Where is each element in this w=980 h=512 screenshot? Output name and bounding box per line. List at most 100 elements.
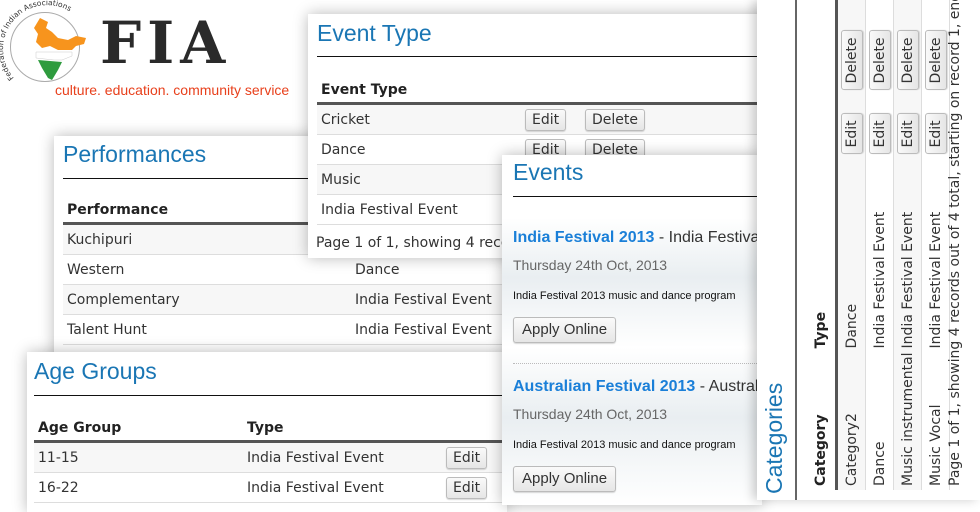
table-row: Western Dance [63,254,523,285]
event-description: India Festival 2013 music and dance prog… [513,290,736,302]
event-separator: - [695,378,709,395]
delete-cell: Delete [921,0,950,95]
category-cell: Dance [865,352,894,490]
type-cell: India Festival Event [921,158,950,353]
event-type-label: India Festival Event [668,229,762,246]
performance-cell: Western [63,254,351,285]
apply-online-button[interactable]: Apply Online [513,317,617,343]
age-group-cell: 11-15 [34,441,243,473]
edit-cell: Edit [921,94,950,159]
edit-button[interactable]: Edit [446,446,488,469]
logo-wordmark: FIA [100,9,232,77]
type-cell: India Festival Event [243,441,442,473]
age-groups-panel: Age Groups Age Group Type 11-15 India Fes… [27,352,507,512]
column-header-edit [521,82,581,104]
event-type-cell: India Festival Event [317,194,521,225]
column-header-event-type: Event Type [321,82,408,98]
table-row: Music Vocal India Festival Event Edit Delet… [921,0,950,490]
delete-button[interactable]: Delete [896,30,919,91]
categories-pager: Page 1 of 1, showing 4 records out of 4 … [947,0,963,486]
category-cell: Music instrumental [893,352,922,490]
title-divider [513,196,762,197]
performance-cell: Complementary [63,284,351,315]
event-item: Australian Festival 2013 - Australian Fe… [513,378,762,492]
delete-button[interactable]: Delete [585,108,645,131]
edit-button[interactable]: Edit [840,113,863,155]
performance-cell: Talent Hunt [63,314,351,345]
table-row: Dance India Festival Event Edit Delete [865,0,894,490]
title-divider [317,56,768,57]
delete-cell: Delete [865,0,894,95]
type-cell: India Festival Event [243,472,442,503]
event-type-label: Australian Festival Event [708,378,762,395]
column-header-type: Type [247,420,284,436]
age-groups-title: Age Groups [34,358,157,384]
event-date: Thursday 24th Oct, 2013 [513,257,668,273]
event-separator: - [654,229,669,246]
table-row: Cricket Edit Delete [317,103,768,135]
edit-cell: Edit [893,94,922,159]
event-type-cell: Dance [317,134,521,165]
column-header-edit [813,94,837,158]
table-row: 11-15 India Festival Event Edit [34,441,507,473]
column-header-delete [813,0,837,94]
events-title: Events [513,159,584,185]
type-cell: India Festival Event [351,284,523,315]
edit-cell: Edit [442,472,507,503]
events-panel: Events India Festival 2013 - India Festi… [502,155,762,505]
column-header-delete [581,82,768,104]
type-cell: India Festival Event [893,158,922,353]
edit-cell: Edit [521,103,581,135]
table-row: Complementary India Festival Event [63,284,523,315]
event-description: India Festival 2013 music and dance prog… [513,439,736,451]
logo-tagline: culture. education. community service [55,82,290,98]
event-date: Thursday 24th Oct, 2013 [513,406,668,422]
title-divider [795,0,797,500]
categories-rotated-content: Categories Category Type Category2 Dance E… [757,0,980,500]
column-header-age-group: Age Group [38,420,122,436]
edit-cell: Edit [836,94,866,159]
column-header-type: Type [813,311,829,349]
edit-button[interactable]: Edit [924,113,947,155]
table-row: Category2 Dance Edit Delete [836,0,866,490]
categories-panel: Categories Category Type Category2 Dance E… [757,0,980,500]
age-group-cell: 16-22 [34,472,243,503]
age-groups-table: Age Group Type 11-15 India Festival Event… [34,420,507,503]
category-cell: Music Vocal [921,352,950,490]
delete-button[interactable]: Delete [868,30,891,91]
event-type-title: Event Type [317,20,432,46]
edit-button[interactable]: Edit [896,113,919,155]
edit-cell: Edit [865,94,894,159]
categories-table: Category Type Category2 Dance Edit Delete D… [813,0,950,490]
column-header-category: Category [813,414,829,486]
apply-online-button[interactable]: Apply Online [513,466,617,492]
event-name-link[interactable]: Australian Festival 2013 [513,378,695,395]
event-type-cell: Cricket [317,103,521,135]
edit-button[interactable]: Edit [525,108,567,131]
delete-button[interactable]: Delete [840,30,863,91]
fia-logo: Federation of Indian Associations FIA cu… [0,0,300,110]
event-separator-line [513,363,762,364]
event-name-link[interactable]: India Festival 2013 [513,229,654,246]
event-item: India Festival 2013 - India Festival Eve… [513,229,762,343]
delete-cell: Delete [581,103,768,135]
type-cell: India Festival Event [865,158,894,353]
india-map-icon [34,18,86,80]
edit-button[interactable]: Edit [446,476,488,499]
table-row: Talent Hunt India Festival Event [63,314,523,345]
table-row: Music instrumental India Festival Event Ed… [893,0,922,490]
event-heading: India Festival 2013 - India Festival Eve… [513,229,762,247]
performances-title: Performances [63,141,207,167]
category-cell: Category2 [836,352,866,490]
type-cell: Dance [836,158,866,353]
delete-button[interactable]: Delete [924,30,947,91]
title-divider [34,395,507,396]
delete-cell: Delete [893,0,922,95]
edit-cell: Edit [442,441,507,473]
delete-cell: Delete [836,0,866,95]
categories-title: Categories [761,382,787,494]
edit-button[interactable]: Edit [868,113,891,155]
event-type-cell: Music [317,164,521,195]
table-row: 16-22 India Festival Event Edit [34,472,507,503]
type-cell: Dance [351,254,523,285]
